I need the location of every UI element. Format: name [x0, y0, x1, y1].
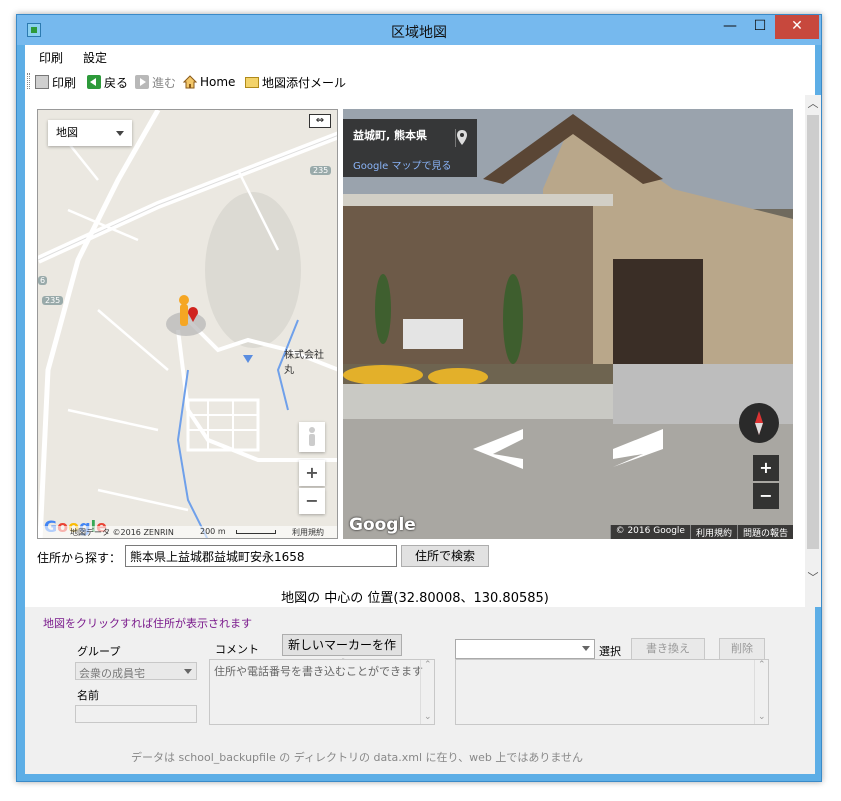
- street-view-terms-link[interactable]: 利用規約: [689, 525, 737, 539]
- delete-button[interactable]: 削除: [719, 638, 765, 660]
- map-view[interactable]: 地図 ⇔ 235 235 6 株式会社 丸 + − Google: [37, 109, 338, 539]
- textarea-scrollbar[interactable]: [754, 660, 768, 724]
- open-in-google-maps-link[interactable]: Google マップで見る: [353, 157, 451, 172]
- printer-icon: [35, 75, 49, 89]
- group-label: グループ: [77, 645, 121, 658]
- marker-detail-textarea[interactable]: [455, 659, 769, 725]
- map-pin-icon[interactable]: [455, 129, 469, 147]
- comment-textarea[interactable]: 住所や電話番号を書き込むことができます: [209, 659, 435, 725]
- close-button[interactable]: ✕: [775, 15, 819, 39]
- forward-label: 進む: [152, 75, 177, 90]
- map-attribution-bar: 地図データ ©2016 ZENRIN 200 m 利用規約: [38, 526, 337, 538]
- client-area: 印刷 設定 印刷 戻る 進む Home 地図添付メール 地図 ⇔ 235 235…: [25, 45, 821, 774]
- fullscreen-icon[interactable]: ⇔: [309, 114, 331, 128]
- map-center-position: 地図の 中心の 位置(32.80008、130.80585): [281, 591, 549, 606]
- menu-settings[interactable]: 設定: [83, 49, 107, 66]
- menu-bar: 印刷 設定: [25, 45, 815, 67]
- back-label: 戻る: [104, 75, 129, 90]
- google-logo: Google: [349, 515, 416, 535]
- comment-placeholder: 住所や電話番号を書き込むことができます: [214, 665, 423, 678]
- textarea-scrollbar[interactable]: [420, 660, 434, 724]
- map-scale: 200 m: [200, 527, 226, 536]
- select-label: 選択: [599, 645, 621, 658]
- menu-print[interactable]: 印刷: [39, 49, 63, 66]
- route-badge: 6: [38, 276, 48, 285]
- pegman-icon: [309, 427, 315, 446]
- toolbar-grip[interactable]: [27, 73, 30, 89]
- street-view-info-card: 益城町, 熊本県 Google マップで見る: [343, 119, 477, 177]
- street-view-pegman-button[interactable]: [299, 422, 325, 452]
- forward-button[interactable]: 進む: [135, 73, 176, 91]
- mail-icon: [245, 76, 259, 88]
- mail-button[interactable]: 地図添付メール: [245, 73, 346, 91]
- print-button[interactable]: 印刷: [35, 73, 76, 91]
- street-view-footer: © 2016 Google 利用規約 問題の報告: [609, 525, 793, 539]
- maximize-button[interactable]: ☐: [745, 15, 775, 39]
- comment-label: コメント: [215, 643, 259, 656]
- map-terms-link[interactable]: 利用規約: [292, 527, 324, 538]
- route-badge: 235: [310, 166, 332, 175]
- home-icon: [183, 75, 197, 89]
- window-title: 区域地図: [391, 25, 447, 41]
- home-label: Home: [200, 75, 236, 89]
- map-type-label: 地図: [56, 126, 78, 139]
- address-search-label: 住所から探す：: [37, 551, 122, 565]
- name-field[interactable]: [75, 705, 197, 723]
- name-label: 名前: [77, 689, 99, 702]
- print-label: 印刷: [52, 75, 77, 90]
- data-location-note: データは school_backupfile の ディレクトリの data.xm…: [131, 751, 584, 764]
- group-select[interactable]: 会衆の成員宅: [75, 662, 197, 680]
- group-value: 会衆の成員宅: [79, 667, 145, 680]
- map-zoom-in-button[interactable]: +: [299, 460, 325, 486]
- chevron-down-icon: [116, 131, 124, 136]
- app-window: 区域地図 — ☐ ✕ 印刷 設定 印刷 戻る 進む Home 地図添付メール 地…: [16, 14, 822, 782]
- map-attribution: 地図データ ©2016 ZENRIN: [70, 528, 174, 537]
- toolbar: 印刷 戻る 進む Home 地図添付メール: [25, 69, 815, 93]
- street-view-zoom-out-button[interactable]: −: [753, 483, 779, 509]
- street-view-place: 益城町, 熊本県: [353, 129, 428, 142]
- street-view-copyright: © 2016 Google: [609, 525, 690, 539]
- scroll-down-icon[interactable]: ﹀: [805, 569, 821, 587]
- title-bar[interactable]: 区域地図 — ☐ ✕: [17, 15, 821, 45]
- browser-panel: 地図 ⇔ 235 235 6 株式会社 丸 + − Google: [25, 95, 805, 607]
- map-place-label: 株式会社 丸: [284, 350, 324, 376]
- chevron-down-icon: [582, 646, 590, 651]
- marker-select[interactable]: [455, 639, 595, 659]
- map-type-select[interactable]: 地図: [48, 120, 132, 146]
- home-button[interactable]: Home: [183, 73, 235, 91]
- forward-arrow-icon: [135, 75, 149, 89]
- marker-panel: 地図をクリックすれば住所が表示されます グループ 会衆の成員宅 名前 コメント …: [25, 607, 815, 774]
- scrollbar-thumb[interactable]: [807, 115, 819, 549]
- map-zoom-out-button[interactable]: −: [299, 488, 325, 514]
- address-search-button[interactable]: 住所で検索: [401, 545, 489, 567]
- compass-icon[interactable]: [739, 403, 779, 443]
- back-arrow-icon: [87, 75, 101, 89]
- back-button[interactable]: 戻る: [87, 73, 128, 91]
- pegman-icon: [179, 295, 198, 326]
- vertical-scrollbar[interactable]: ︿ ﹀: [805, 95, 821, 607]
- route-badge: 235: [42, 296, 64, 305]
- chevron-down-icon: [184, 669, 192, 674]
- scroll-up-icon[interactable]: ︿: [805, 95, 821, 113]
- address-search-input[interactable]: [125, 545, 397, 567]
- report-problem-link[interactable]: 問題の報告: [736, 525, 793, 539]
- new-marker-button[interactable]: 新しいマーカーを作成: [282, 634, 402, 672]
- click-hint: 地図をクリックすれば住所が表示されます: [43, 617, 252, 630]
- rewrite-button[interactable]: 書き換え: [631, 638, 705, 660]
- mail-label: 地図添付メール: [262, 75, 347, 90]
- street-view[interactable]: 益城町, 熊本県 Google マップで見る + − Google © 2016…: [343, 109, 793, 539]
- scale-bar: [236, 530, 276, 534]
- minimize-button[interactable]: —: [715, 15, 745, 39]
- street-view-zoom-in-button[interactable]: +: [753, 455, 779, 481]
